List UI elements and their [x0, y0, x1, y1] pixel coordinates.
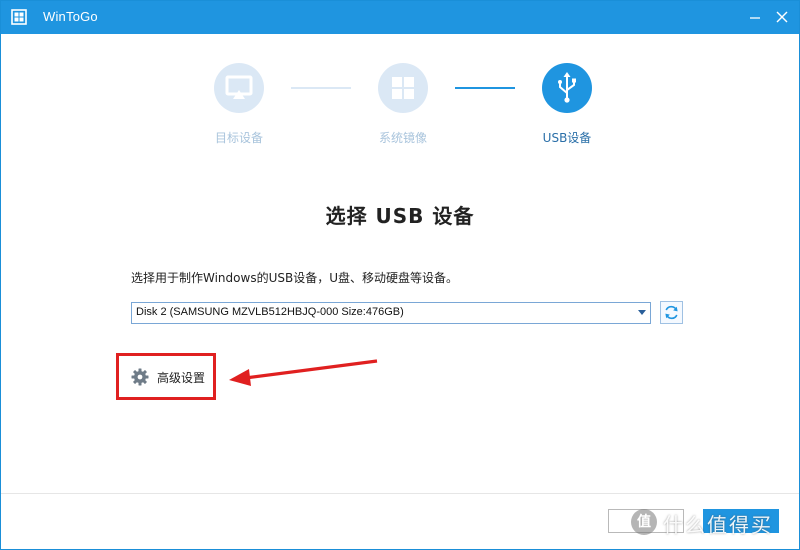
step-system-image: [378, 63, 428, 113]
title-bar: WinToGo: [1, 1, 799, 34]
step-label-usb-device: USB设备: [542, 131, 592, 145]
usb-icon: [558, 72, 576, 103]
step-target-device: [214, 63, 264, 113]
page-title: 选择 USB 设备: [325, 204, 475, 228]
windows-grid-icon: [11, 9, 27, 25]
refresh-icon: [665, 305, 678, 320]
selected-device-value: Disk 2 (SAMSUNG MZVLB512HBJQ-000 Size:47…: [136, 306, 404, 318]
step-label-target-device: 目标设备: [214, 131, 263, 145]
device-description: 选择用于制作Windows的USB设备，U盘、移动硬盘等设备。: [131, 271, 458, 285]
step-connector-2: [455, 87, 515, 89]
wintogo-window: WinToGo 目标设备 系统镜像 USB设备 选择 USB 设备 选择用于制作…: [0, 0, 800, 550]
watermark-text: 什么值得买: [663, 513, 773, 537]
step-label-system-image: 系统镜像: [378, 131, 427, 145]
advanced-settings-button[interactable]: 高级设置: [131, 367, 211, 387]
usb-device-select[interactable]: Disk 2 (SAMSUNG MZVLB512HBJQ-000 Size:47…: [131, 302, 651, 324]
refresh-button[interactable]: [660, 301, 683, 324]
windows-logo-icon: [392, 77, 414, 99]
window-title: WinToGo: [43, 9, 98, 24]
watermark-badge: 值: [631, 509, 657, 535]
step-indicator: 目标设备 系统镜像 USB设备: [1, 61, 799, 151]
monitor-icon: [225, 75, 253, 99]
chevron-down-icon[interactable]: [638, 310, 646, 315]
footer-divider: [1, 493, 799, 494]
step-connector-1: [291, 87, 351, 89]
gear-icon: [131, 368, 149, 386]
close-icon[interactable]: [774, 9, 790, 25]
advanced-settings-label: 高级设置: [157, 371, 206, 385]
step-usb-device: [542, 63, 592, 113]
red-arrow-annotation: [229, 359, 378, 386]
minimize-icon[interactable]: [747, 9, 763, 25]
